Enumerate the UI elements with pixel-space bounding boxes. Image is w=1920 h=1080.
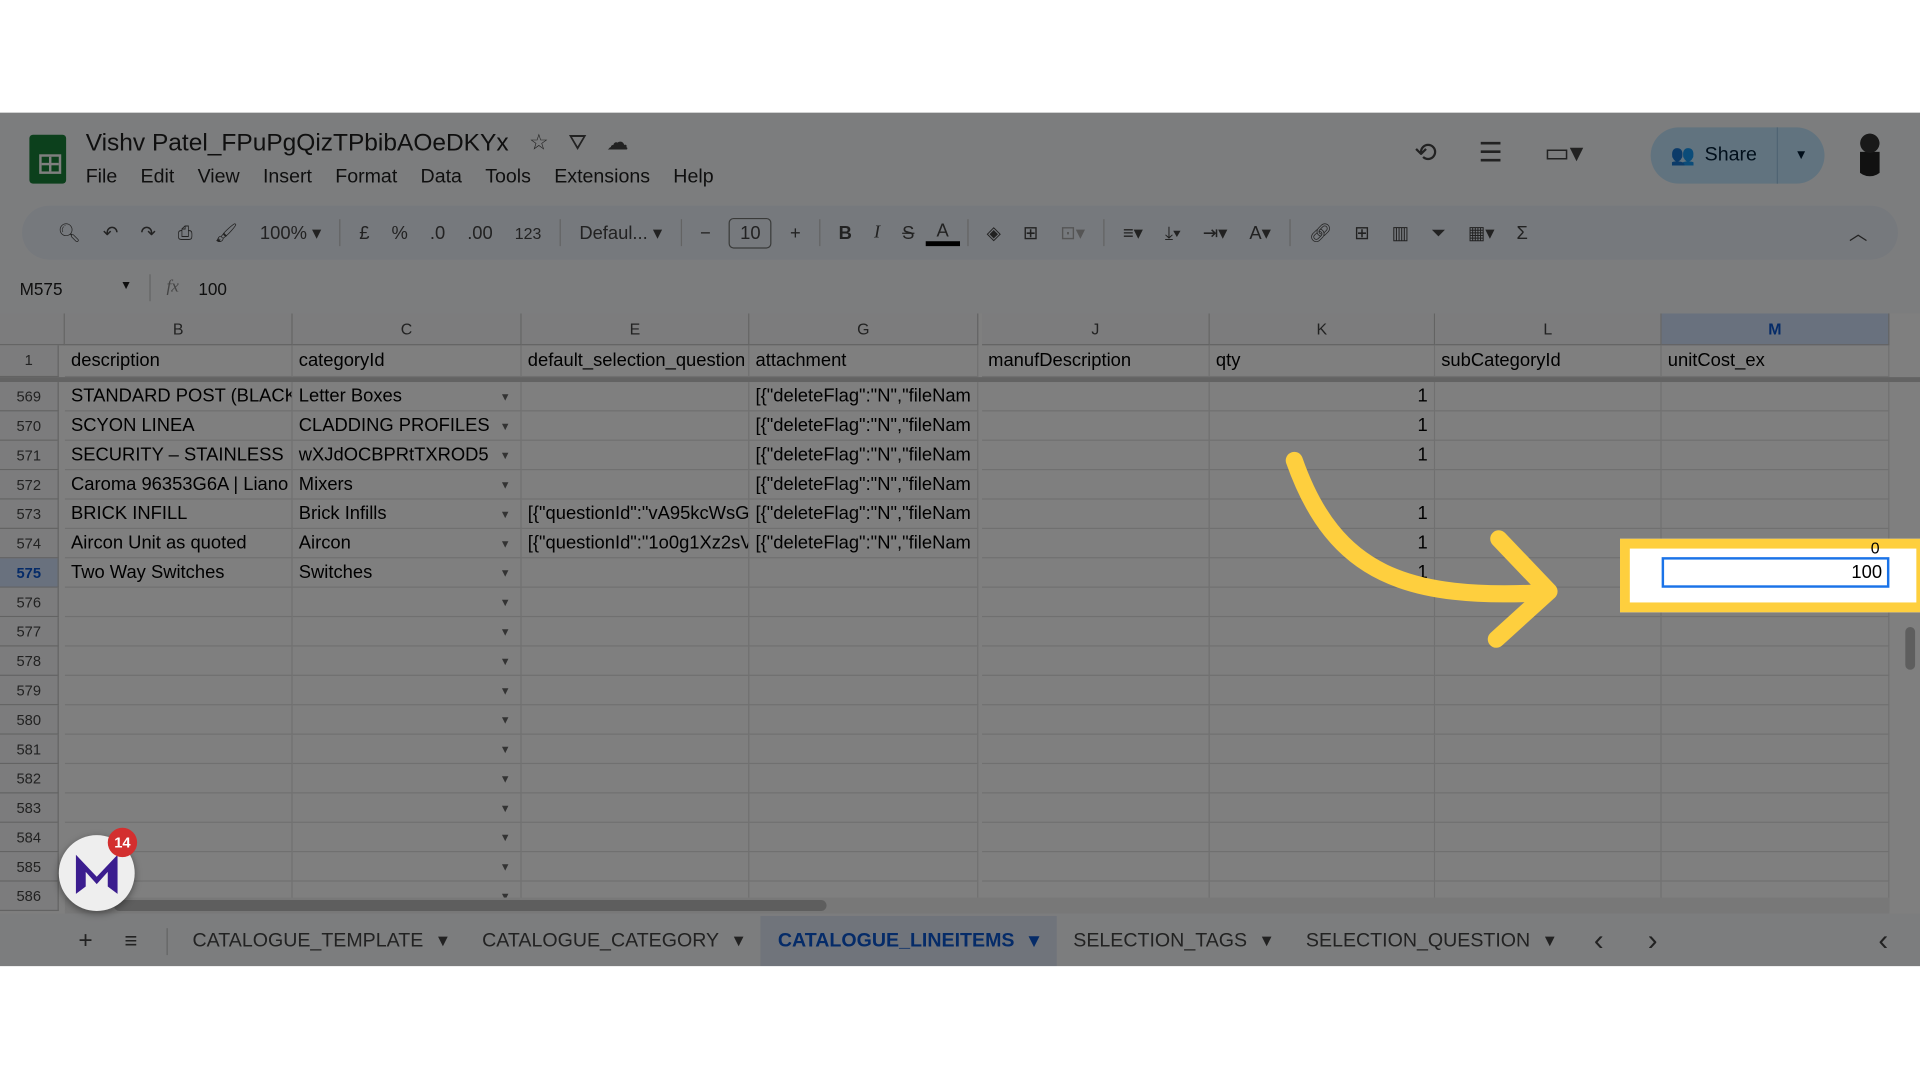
notification-count: 14 <box>107 827 138 858</box>
cell-m574-value: 0 <box>1870 538 1880 558</box>
selected-cell-m575[interactable]: 100 <box>1661 557 1890 588</box>
